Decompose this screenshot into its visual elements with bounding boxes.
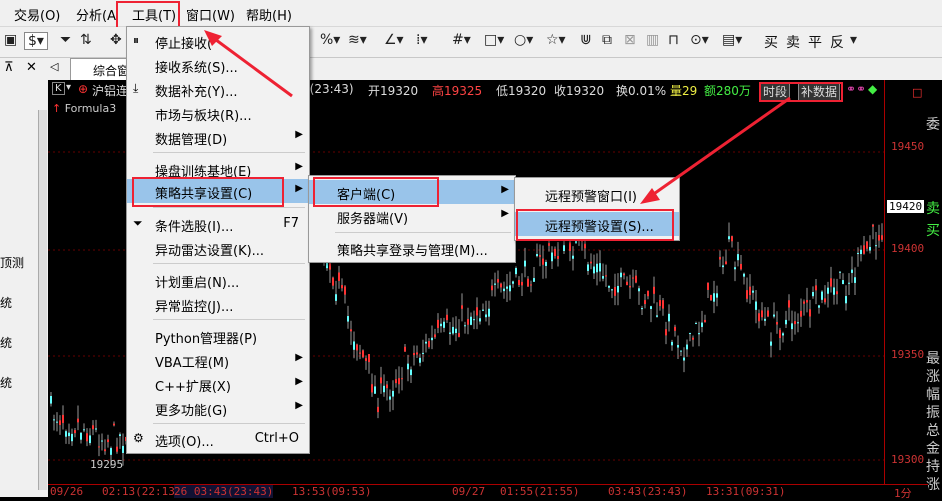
annotation-arrow bbox=[207, 32, 293, 98]
annotation-arrows bbox=[204, 30, 791, 204]
annotation-arrow bbox=[647, 96, 791, 200]
